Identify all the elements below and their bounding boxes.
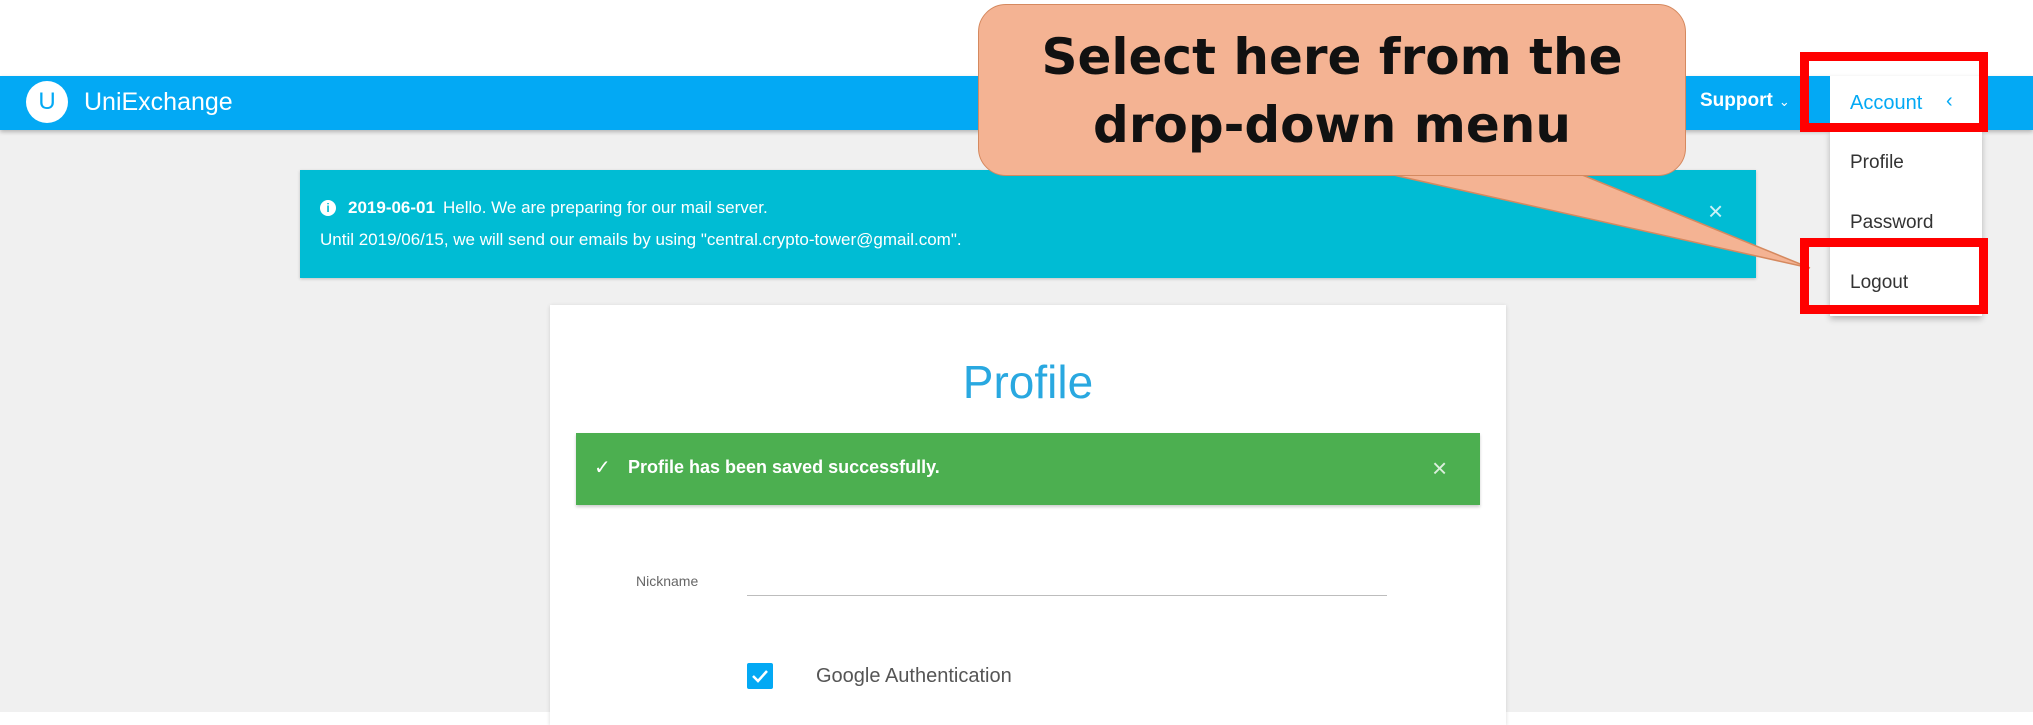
menu-item-password[interactable]: Password: [1850, 212, 1933, 234]
close-icon[interactable]: ×: [1432, 453, 1447, 484]
google-auth-label: Google Authentication: [816, 665, 1012, 687]
nickname-field[interactable]: [747, 561, 1387, 596]
chevron-down-icon: ⌄: [1778, 94, 1790, 109]
checkmark-icon: [752, 670, 768, 683]
notice-text-1: Hello. We are preparing for our mail ser…: [442, 198, 768, 217]
notice-banner: i 2019-06-01 Hello. We are preparing for o…: [300, 170, 1756, 278]
logo-icon[interactable]: U: [26, 81, 68, 123]
profile-card: Profile ✓ Profile has been saved success…: [550, 305, 1506, 725]
success-alert: ✓ Profile has been saved successfully. ×: [576, 433, 1480, 505]
brand-name[interactable]: UniExchange: [84, 88, 233, 117]
google-auth-checkbox[interactable]: [747, 663, 773, 689]
success-message: Profile has been saved successfully.: [628, 457, 940, 477]
nickname-label: Nickname: [636, 573, 699, 589]
nav-support-menu[interactable]: Support ⌄: [1700, 90, 1790, 112]
highlight-account-box: [1800, 52, 1988, 132]
notice-line-1: i 2019-06-01 Hello. We are preparing for o…: [320, 198, 768, 218]
nav-support-label: Support: [1700, 90, 1773, 111]
menu-item-profile[interactable]: Profile: [1850, 152, 1904, 174]
close-icon[interactable]: ×: [1708, 196, 1723, 227]
notice-text-2: Until 2019/06/15, we will send our email…: [320, 230, 962, 249]
info-icon: i: [320, 200, 336, 216]
callout-line-1: Select here from the: [1041, 28, 1623, 86]
annotation-callout: Select here from the drop-down menu: [978, 4, 1686, 176]
highlight-logout-box: [1800, 238, 1988, 314]
page-title: Profile: [962, 356, 1094, 408]
check-icon: ✓: [594, 457, 611, 479]
notice-date: 2019-06-01: [348, 198, 435, 217]
callout-line-2: drop-down menu: [1093, 96, 1571, 154]
